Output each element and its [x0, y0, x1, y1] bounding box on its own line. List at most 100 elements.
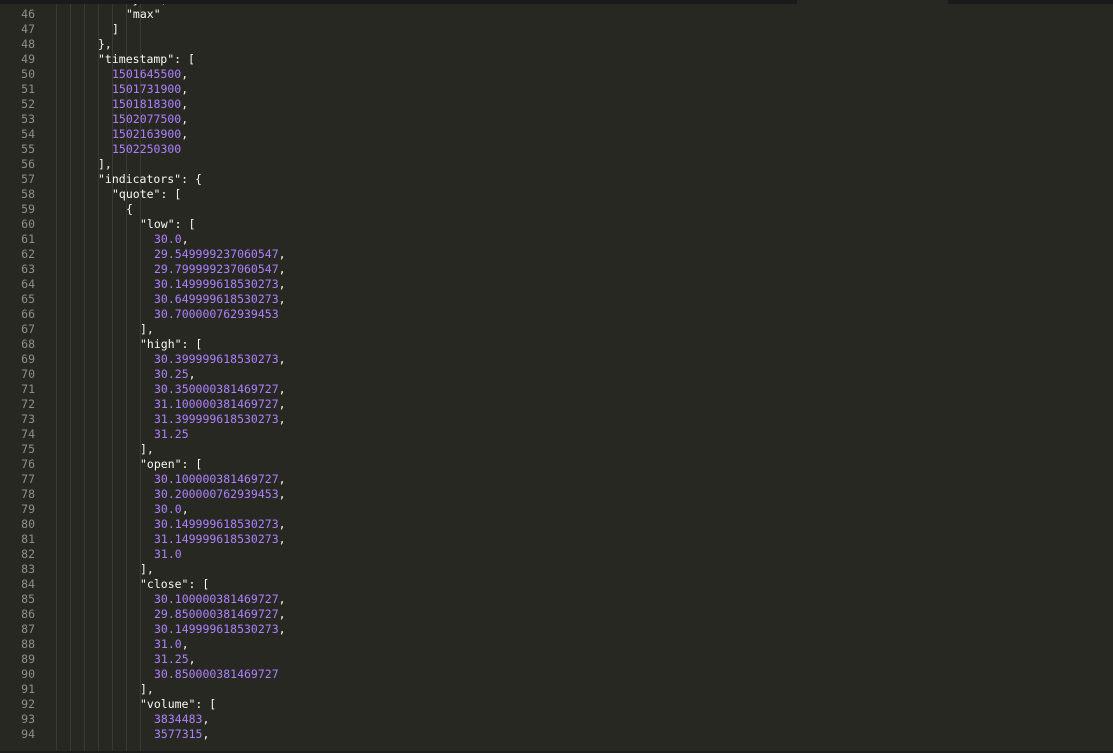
- editor-tab[interactable]: [193, 0, 355, 4]
- line-number: 57: [21, 172, 35, 186]
- code-line[interactable]: 30.149999618530273,: [154, 622, 286, 637]
- editor-tab[interactable]: [660, 0, 798, 4]
- code-line[interactable]: "quote": [: [112, 187, 181, 202]
- number-token: 30.200000762939453: [154, 487, 279, 501]
- code-line[interactable]: 30.700000762939453: [154, 307, 279, 322]
- code-line[interactable]: ],: [140, 442, 154, 457]
- punctuation-token: : [: [181, 457, 203, 471]
- number-token: 30.25: [154, 367, 189, 381]
- line-number: 54: [21, 127, 35, 141]
- punctuation-token: ,: [278, 592, 286, 606]
- line-number: 72: [21, 397, 35, 411]
- code-line[interactable]: 1501645500,: [112, 67, 188, 82]
- code-line[interactable]: "open": [: [140, 457, 202, 472]
- code-line[interactable]: 30.149999618530273,: [154, 517, 286, 532]
- code-line[interactable]: 30.649999618530273,: [154, 292, 286, 307]
- code-line[interactable]: "close": [: [140, 577, 209, 592]
- number-token: 29.850000381469727: [154, 607, 279, 621]
- line-number: 52: [21, 97, 35, 111]
- line-number: 82: [21, 547, 35, 561]
- punctuation-token: },: [98, 37, 112, 51]
- code-line[interactable]: 30.350000381469727,: [154, 382, 286, 397]
- code-line[interactable]: 31.0,: [154, 637, 189, 652]
- code-line[interactable]: "timestamp": [: [98, 52, 195, 67]
- code-line[interactable]: ],: [140, 562, 154, 577]
- number-token: 1502077500: [112, 112, 182, 126]
- code-line[interactable]: "low": [: [140, 217, 195, 232]
- code-area[interactable]: "ytd","max"]},"timestamp": [1501645500,1…: [44, 0, 1113, 753]
- code-line[interactable]: 30.200000762939453,: [154, 487, 286, 502]
- code-line[interactable]: 3834483,: [154, 712, 209, 727]
- editor-tab[interactable]: [0, 0, 194, 4]
- number-token: 3577315: [154, 727, 203, 741]
- code-line[interactable]: 1502250300: [112, 142, 181, 157]
- number-token: 30.0: [154, 502, 182, 516]
- editor-tab[interactable]: [354, 0, 516, 4]
- code-line[interactable]: 1502077500,: [112, 112, 188, 127]
- code-line[interactable]: {: [126, 202, 133, 217]
- punctuation-token: ],: [140, 322, 154, 336]
- punctuation-token: ],: [140, 682, 154, 696]
- code-line[interactable]: 1502163900,: [112, 127, 188, 142]
- line-number: 46: [21, 7, 35, 21]
- code-line[interactable]: ],: [140, 322, 154, 337]
- line-number: 94: [21, 727, 35, 741]
- code-line[interactable]: ]: [112, 22, 119, 37]
- code-line[interactable]: "indicators": {: [98, 172, 202, 187]
- code-editor[interactable]: 4546474849505152535455565758596061626364…: [0, 0, 1113, 753]
- line-number-gutter: 4546474849505152535455565758596061626364…: [0, 0, 44, 753]
- line-number: 89: [21, 652, 35, 666]
- code-line[interactable]: 31.100000381469727,: [154, 397, 286, 412]
- code-line[interactable]: 29.850000381469727,: [154, 607, 286, 622]
- string-token: "close": [140, 577, 189, 591]
- string-token: "low": [140, 217, 175, 231]
- punctuation-token: : {: [181, 172, 202, 186]
- number-token: 1501645500: [112, 67, 182, 81]
- code-line[interactable]: 31.149999618530273,: [154, 532, 286, 547]
- code-line[interactable]: 31.25,: [154, 652, 196, 667]
- code-line[interactable]: "volume": [: [140, 697, 216, 712]
- code-line[interactable]: 30.850000381469727: [154, 667, 279, 682]
- punctuation-token: : [: [160, 187, 182, 201]
- code-line[interactable]: 3577315,: [154, 727, 209, 742]
- code-line[interactable]: 1501731900,: [112, 82, 188, 97]
- number-token: 31.0: [154, 547, 182, 561]
- number-token: 30.100000381469727: [154, 472, 279, 486]
- tab-bar[interactable]: [0, 0, 1113, 4]
- editor-tab[interactable]: [797, 0, 949, 4]
- string-token: "max": [126, 7, 161, 21]
- punctuation-token: : [: [174, 217, 196, 231]
- code-line[interactable]: 30.0,: [154, 232, 189, 247]
- code-line[interactable]: 30.0,: [154, 502, 189, 517]
- code-line[interactable]: ],: [140, 682, 154, 697]
- punctuation-token: ,: [181, 502, 189, 516]
- punctuation-token: ,: [278, 262, 286, 276]
- code-line[interactable]: 31.25: [154, 427, 189, 442]
- code-line[interactable]: "max": [126, 7, 161, 22]
- punctuation-token: ,: [181, 112, 189, 126]
- code-line[interactable]: "high": [: [140, 337, 202, 352]
- code-line[interactable]: 30.149999618530273,: [154, 277, 286, 292]
- code-line[interactable]: 30.399999618530273,: [154, 352, 286, 367]
- code-line[interactable]: 29.799999237060547,: [154, 262, 286, 277]
- line-number: 53: [21, 112, 35, 126]
- code-line[interactable]: 31.0: [154, 547, 182, 562]
- code-line[interactable]: 31.399999618530273,: [154, 412, 286, 427]
- code-line[interactable]: 30.100000381469727,: [154, 592, 286, 607]
- editor-tab[interactable]: [515, 0, 661, 4]
- code-line[interactable]: },: [98, 37, 112, 52]
- line-number: 91: [21, 682, 35, 696]
- line-number: 80: [21, 517, 35, 531]
- code-line[interactable]: 29.549999237060547,: [154, 247, 286, 262]
- line-number: 61: [21, 232, 35, 246]
- number-token: 30.399999618530273: [154, 352, 279, 366]
- code-line[interactable]: ],: [98, 157, 112, 172]
- punctuation-token: ,: [181, 97, 189, 111]
- code-line[interactable]: 30.25,: [154, 367, 196, 382]
- number-token: 29.799999237060547: [154, 262, 279, 276]
- line-number: 71: [21, 382, 35, 396]
- punctuation-token: ]: [112, 22, 119, 36]
- code-line[interactable]: 1501818300,: [112, 97, 188, 112]
- code-line[interactable]: 30.100000381469727,: [154, 472, 286, 487]
- editor-tab[interactable]: [948, 0, 1113, 4]
